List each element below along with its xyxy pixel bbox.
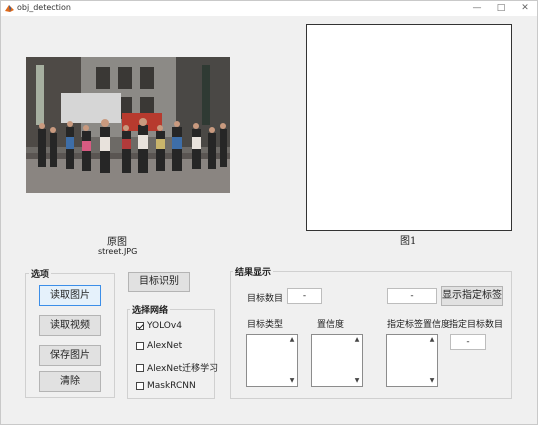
scroll-up-icon[interactable]: ▲: [288, 336, 296, 344]
read-video-button[interactable]: 读取视频: [39, 315, 101, 336]
options-panel-title: 选项: [29, 267, 52, 280]
label-confidence-label: 指定标签置信度: [387, 320, 451, 330]
network-panel-title: 选择网络: [130, 303, 171, 316]
target-count-label: 目标数目: [247, 294, 284, 304]
specified-count-label: 指定目标数目: [449, 320, 504, 330]
network-option-alexnet-transfer[interactable]: AlexNet迁移学习: [136, 361, 218, 374]
window-title: obj_detection: [17, 3, 71, 12]
label-confidence-list[interactable]: ▲ ▼: [386, 334, 438, 387]
original-image: [26, 57, 230, 193]
alexnet-label: AlexNet: [147, 341, 183, 351]
confidence-label: 置信度: [317, 320, 345, 330]
specified-label-field[interactable]: -: [387, 288, 437, 304]
scroll-down-icon[interactable]: ▼: [428, 377, 436, 385]
specified-count-field[interactable]: -: [450, 334, 486, 350]
clear-button[interactable]: 清除: [39, 371, 101, 392]
confidence-list[interactable]: ▲ ▼: [311, 334, 363, 387]
results-panel-title: 结果显示: [233, 265, 274, 278]
save-image-button[interactable]: 保存图片: [39, 345, 101, 366]
network-option-yolov4[interactable]: YOLOv4: [136, 321, 182, 331]
read-image-button[interactable]: 读取图片: [39, 285, 101, 306]
scroll-up-icon[interactable]: ▲: [353, 336, 361, 344]
scroll-up-icon[interactable]: ▲: [428, 336, 436, 344]
matlab-icon: [5, 5, 14, 12]
yolov4-checkbox[interactable]: [136, 322, 144, 330]
scroll-down-icon[interactable]: ▼: [353, 377, 361, 385]
target-count-field[interactable]: -: [287, 288, 322, 304]
title-bar: obj_detection — □ ✕: [1, 1, 537, 16]
yolov4-label: YOLOv4: [147, 321, 182, 331]
scroll-down-icon[interactable]: ▼: [288, 377, 296, 385]
alexnet-transfer-checkbox[interactable]: [136, 363, 144, 372]
minimize-icon[interactable]: —: [467, 2, 487, 15]
maskrcnn-checkbox[interactable]: [136, 382, 144, 390]
target-type-label: 目标类型: [247, 320, 284, 330]
maskrcnn-label: MaskRCNN: [147, 381, 196, 391]
client-area: 原图 street.JPG 图1 选项 读取图片 读取视频 保存图片 清除 目标…: [1, 16, 537, 424]
app-window: obj_detection — □ ✕ 原图 street.JPG 图1 选项 …: [0, 0, 538, 425]
alexnet-checkbox[interactable]: [136, 342, 144, 350]
result-axes: [306, 24, 512, 231]
alexnet-transfer-label: AlexNet迁移学习: [147, 364, 219, 374]
maximize-icon[interactable]: □: [491, 2, 511, 15]
original-filename: street.JPG: [98, 247, 138, 256]
show-label-button[interactable]: 显示指定标签: [441, 286, 503, 306]
network-option-maskrcnn[interactable]: MaskRCNN: [136, 381, 196, 391]
detect-button[interactable]: 目标识别: [128, 272, 190, 292]
result-image-caption: 图1: [400, 236, 417, 247]
target-type-list[interactable]: ▲ ▼: [246, 334, 298, 387]
close-icon[interactable]: ✕: [515, 2, 535, 15]
network-option-alexnet[interactable]: AlexNet: [136, 341, 182, 351]
original-image-caption: 原图: [107, 237, 127, 248]
